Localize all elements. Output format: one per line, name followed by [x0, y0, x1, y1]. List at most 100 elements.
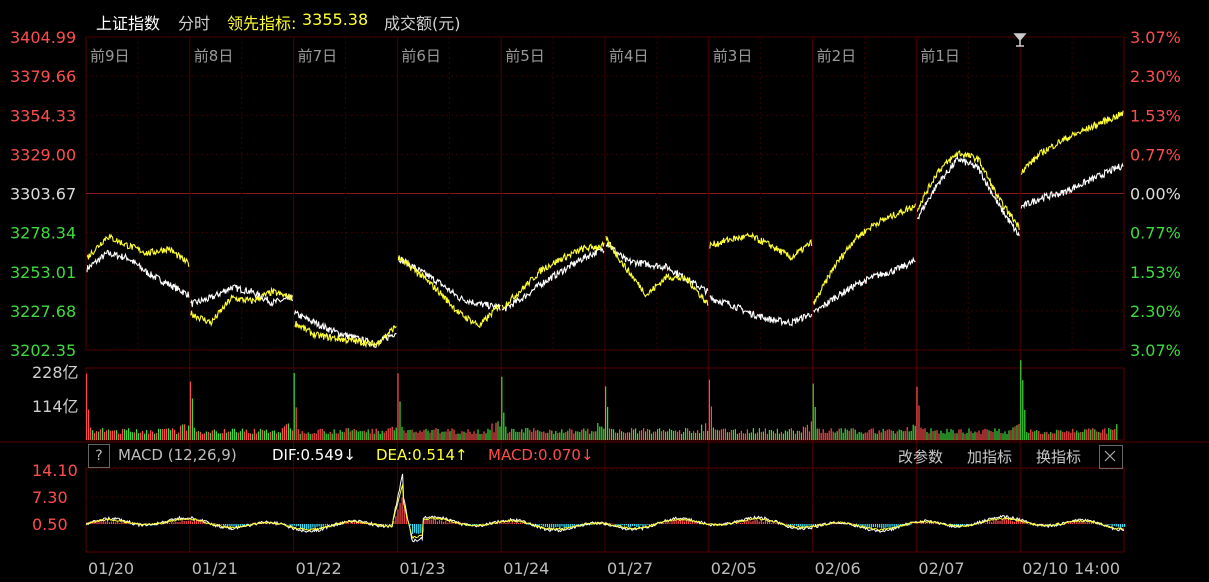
- volume-bar: [273, 430, 275, 440]
- close-indicator-button[interactable]: [1099, 445, 1123, 469]
- volume-bar: [591, 431, 593, 440]
- macd-histogram-bar: [434, 520, 436, 524]
- volume-bar: [631, 428, 633, 440]
- volume-bar: [449, 431, 451, 440]
- volume-bar: [459, 433, 461, 440]
- volume-bar: [1074, 432, 1076, 440]
- volume-bar: [990, 431, 992, 440]
- period-tab[interactable]: 分时: [178, 10, 210, 34]
- volume-bar: [321, 428, 323, 440]
- date-label: 02/05: [711, 559, 757, 578]
- volume-bar: [205, 431, 207, 440]
- volume-bar: [912, 424, 914, 440]
- volume-bar: [641, 430, 643, 440]
- volume-bar: [864, 432, 866, 440]
- macd-histogram-bar: [328, 524, 331, 525]
- date-label: 01/22: [296, 559, 342, 578]
- volume-bar: [533, 428, 535, 440]
- add-indicator-button[interactable]: 加指标: [967, 446, 1012, 467]
- volume-bar: [136, 429, 138, 440]
- volume-bar: [920, 427, 922, 440]
- macd-histogram-bar: [629, 524, 632, 527]
- pin-icon[interactable]: [1013, 33, 1027, 47]
- help-button[interactable]: ?: [88, 444, 110, 468]
- volume-bar: [219, 433, 221, 440]
- volume-bar: [369, 433, 371, 440]
- volume-bar: [924, 428, 926, 440]
- switch-indicator-button[interactable]: 换指标: [1036, 446, 1081, 467]
- volume-bar: [86, 373, 88, 440]
- volume-bar: [1050, 432, 1052, 440]
- macd-histogram-bar: [752, 520, 754, 524]
- volume-bar: [158, 428, 160, 440]
- volume-bar: [1026, 432, 1028, 440]
- volume-bar: [1078, 432, 1080, 440]
- volume-bar: [697, 430, 699, 440]
- volume-bar: [1004, 431, 1006, 440]
- volume-bar: [816, 428, 818, 440]
- macd-histogram-bar: [671, 520, 673, 524]
- macd-histogram-bar: [1115, 524, 1117, 527]
- volume-bar: [1040, 433, 1042, 440]
- chart-canvas[interactable]: 3404.99 3.07% 3379.66 2.30% 3354.33 1.53% 3329…: [0, 0, 1209, 582]
- volume-bar: [527, 428, 529, 440]
- volume-bar: [241, 428, 243, 440]
- volume-bar: [289, 428, 291, 440]
- volume-bar: [1102, 429, 1104, 440]
- macd-histogram-bar: [428, 519, 430, 524]
- volume-bar: [96, 431, 98, 440]
- macd-histogram-bar: [663, 522, 665, 524]
- volume-bar: [687, 428, 689, 440]
- macd-histogram-bar: [432, 518, 434, 524]
- volume-bar: [898, 429, 900, 440]
- macd-histogram-bar: [445, 520, 447, 524]
- volume-bar: [124, 429, 126, 440]
- macd-histogram-bar: [110, 521, 113, 524]
- macd-histogram-bar: [926, 523, 928, 524]
- volume-bar: [120, 433, 122, 440]
- volume-bar: [846, 429, 848, 440]
- macd-histogram-bar: [885, 524, 887, 528]
- volume-bar: [249, 433, 251, 440]
- volume-bar: [481, 433, 483, 440]
- date-label: 01/20: [88, 559, 134, 578]
- volume-bar: [110, 430, 112, 440]
- volume-bar: [399, 401, 401, 440]
- macd-histogram-bar: [513, 522, 515, 524]
- macd-histogram-bar: [1111, 524, 1113, 527]
- volume-bar: [866, 432, 868, 440]
- macd-histogram-bar: [414, 524, 416, 533]
- volume-bar: [339, 430, 341, 440]
- volume-bar: [152, 431, 154, 440]
- lead-indicator-value: 3355.38: [302, 10, 369, 29]
- change-params-button[interactable]: 改参数: [898, 446, 943, 467]
- macd-histogram-bar: [1080, 522, 1082, 524]
- macd-histogram-bar: [187, 520, 189, 524]
- volume-bar: [108, 429, 110, 440]
- macd-histogram-bar: [438, 519, 441, 524]
- macd-histogram-bar: [631, 524, 634, 527]
- macd-histogram-bar: [443, 521, 445, 524]
- volume-label: 成交额(元): [384, 14, 461, 33]
- volume-bar: [291, 430, 293, 440]
- date-label: 02/10: [1022, 559, 1068, 578]
- macd-dif: DIF:0.549↓: [272, 446, 357, 464]
- volume-bar: [551, 430, 553, 440]
- volume-bar: [285, 424, 287, 440]
- macd-histogram-bar: [791, 524, 794, 525]
- volume-bar: [854, 429, 856, 440]
- volume-bar: [742, 433, 744, 440]
- macd-histogram-bar: [964, 524, 966, 526]
- volume-bar: [571, 429, 573, 440]
- macd-histogram-bar: [297, 524, 299, 527]
- volume-bar: [689, 430, 691, 440]
- volume-bar: [100, 429, 102, 440]
- macd-histogram-bar: [887, 524, 889, 527]
- volume-bar: [994, 428, 996, 440]
- volume-bar: [253, 428, 255, 440]
- price-axis-label: 3278.34: [10, 224, 76, 243]
- volume-bar: [134, 432, 136, 440]
- price-axis-label: 3329.00: [10, 145, 76, 164]
- macd-histogram-bar: [690, 522, 692, 524]
- volume-bar: [317, 429, 319, 440]
